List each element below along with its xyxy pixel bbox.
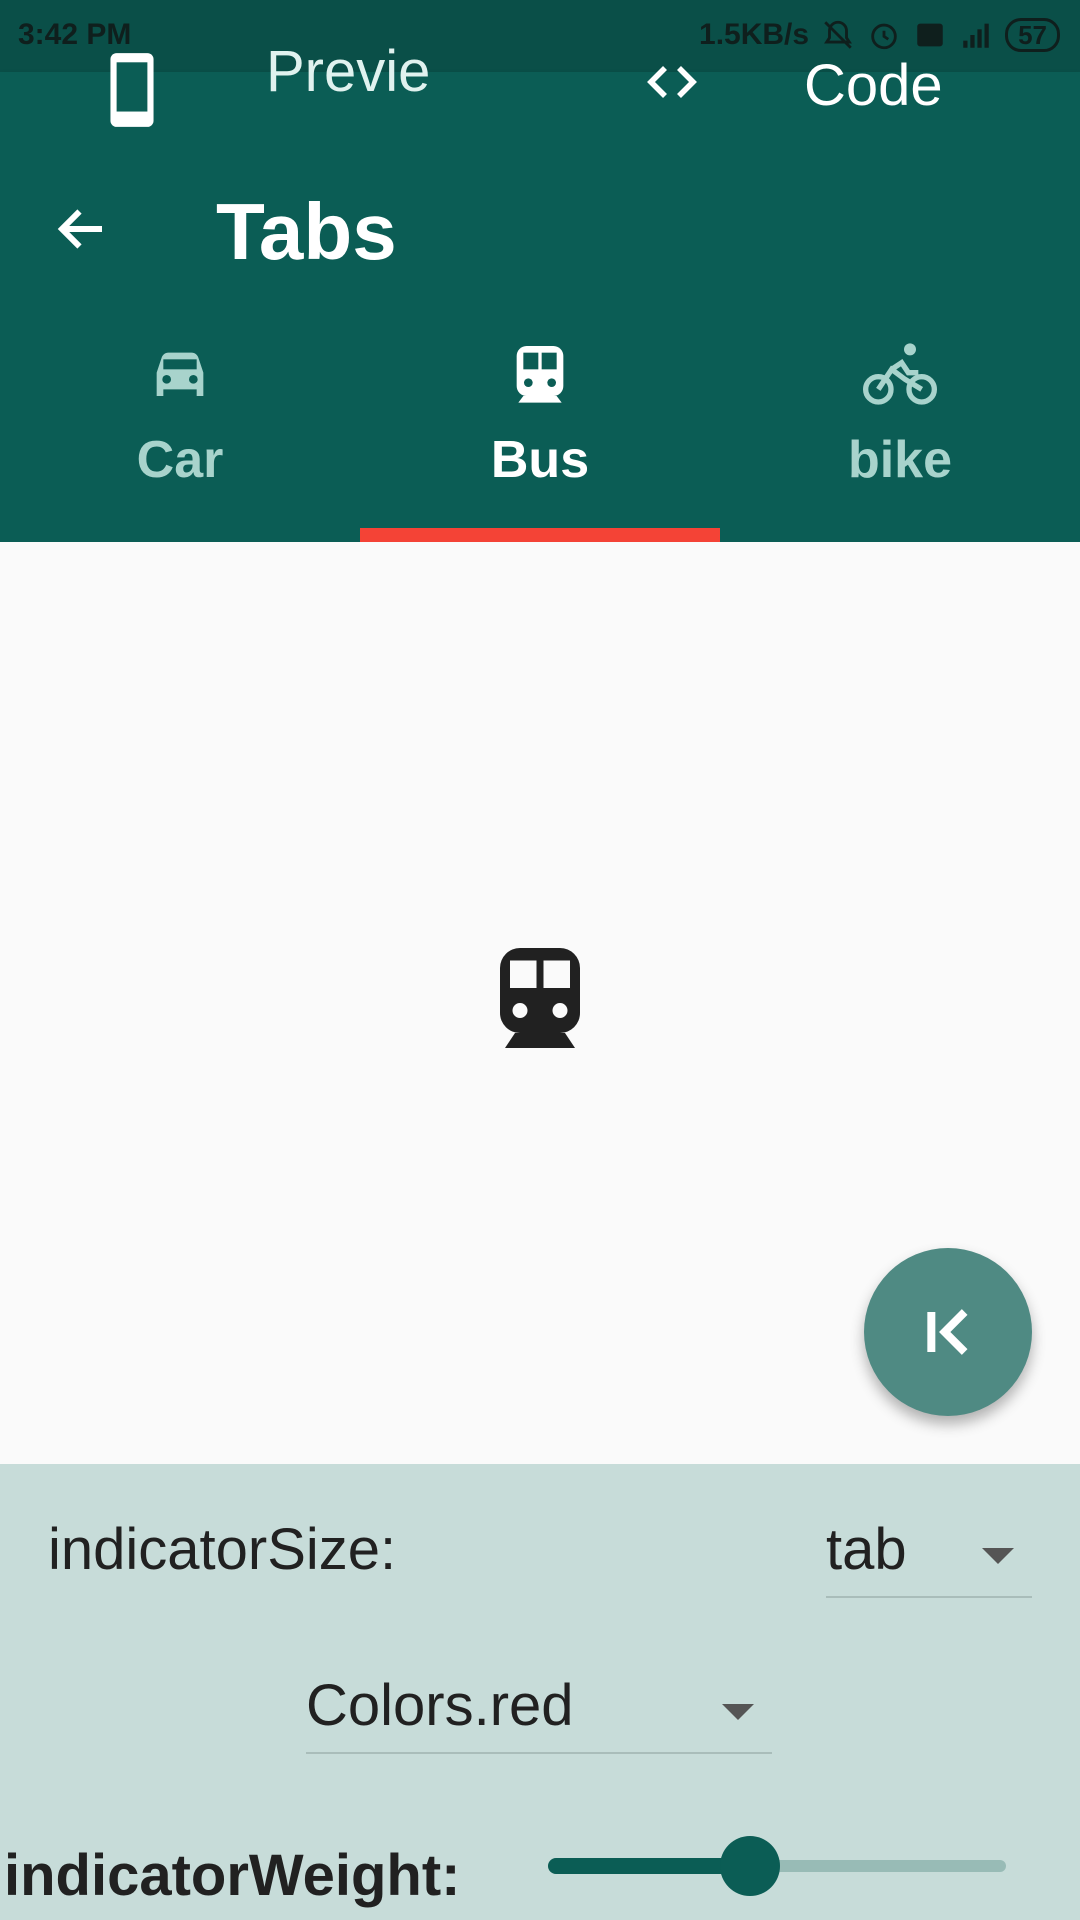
status-icons: 1.5KB/s 57 xyxy=(699,18,1060,52)
status-time: 3:42 PM xyxy=(18,18,132,51)
indicator-size-label: indicatorSize: xyxy=(48,1517,397,1582)
indicator-weight-label: indicatorWeight: xyxy=(4,1843,461,1908)
tab-bus[interactable]: Bus xyxy=(360,336,720,542)
indicator-color-dropdown[interactable]: Colors.red xyxy=(306,1672,772,1754)
tab-label-bus: Bus xyxy=(490,431,590,489)
bus-icon xyxy=(516,346,564,403)
bike-icon xyxy=(863,343,937,405)
tab-label-bike: bike xyxy=(847,431,953,489)
app-bar: Tabs Car Bus bike xyxy=(0,144,1080,542)
tab-bar: Car Bus bike xyxy=(0,336,1080,542)
preview-code-toolbar: Previe w Code xyxy=(0,39,1080,204)
tab-label-car: Car xyxy=(136,431,224,489)
slider-thumb[interactable] xyxy=(719,1836,780,1896)
back-arrow-icon[interactable] xyxy=(52,199,112,259)
bus-icon xyxy=(500,948,580,1048)
alarm-icon xyxy=(871,23,897,50)
page-title: Tabs xyxy=(216,187,397,276)
chevron-down-icon xyxy=(722,1704,754,1720)
first-page-icon xyxy=(927,1309,968,1355)
first-page-button[interactable] xyxy=(864,1248,1032,1416)
indicator-weight-slider[interactable] xyxy=(548,1836,1006,1896)
volte-icon xyxy=(917,23,943,47)
phone-icon[interactable] xyxy=(106,50,158,130)
car-icon xyxy=(156,352,204,396)
tab-bike[interactable]: bike xyxy=(720,336,1080,542)
battery-level: 57 xyxy=(1005,18,1060,52)
code-icon[interactable] xyxy=(640,54,704,110)
code-tab[interactable]: Code xyxy=(804,52,943,119)
indicator-size-dropdown[interactable]: tab xyxy=(826,1516,1032,1598)
controls-panel: indicatorSize: tab Colors.red indicatorW… xyxy=(0,1464,1080,1920)
tab-indicator xyxy=(360,528,720,542)
chevron-down-icon xyxy=(982,1548,1014,1564)
indicator-color-value: Colors.red xyxy=(306,1673,574,1738)
tab-car[interactable]: Car xyxy=(0,336,360,542)
signal-icon xyxy=(963,23,989,48)
mute-icon xyxy=(824,20,853,49)
indicator-size-value: tab xyxy=(826,1517,907,1582)
network-speed: 1.5KB/s xyxy=(699,18,810,51)
